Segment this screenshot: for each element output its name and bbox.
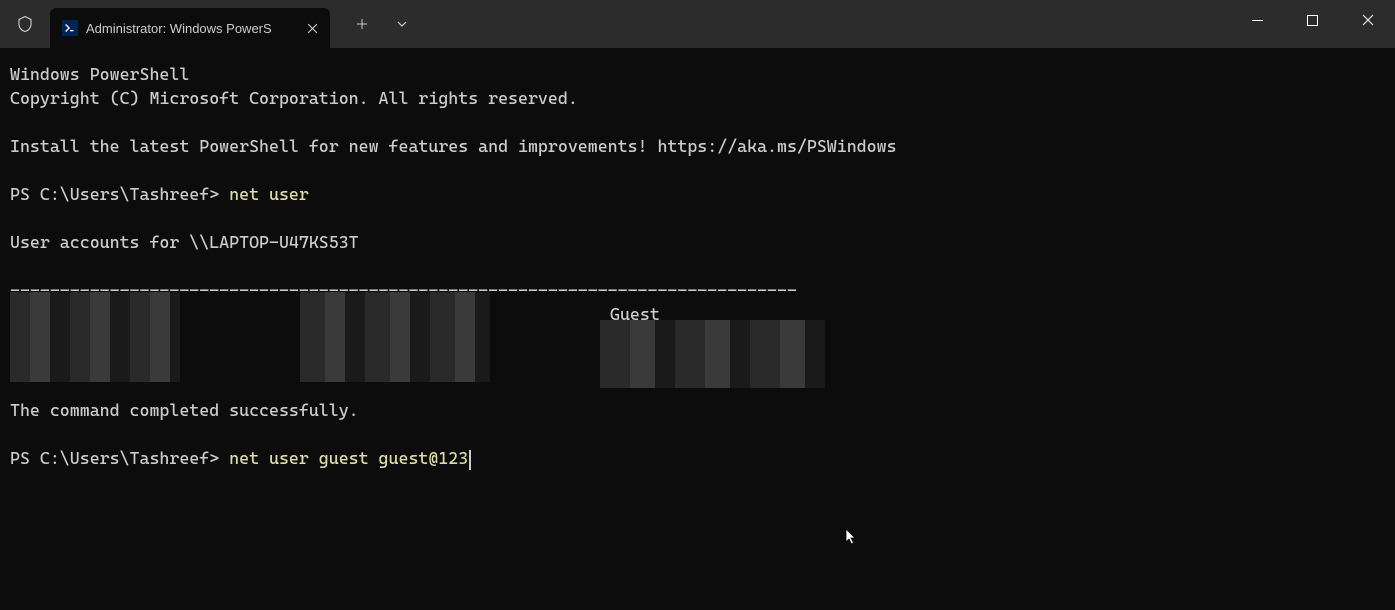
close-tab-button[interactable] <box>302 18 322 38</box>
prompt-line: PS C:\Users\Tashreef> net user <box>10 182 1385 206</box>
shield-icon <box>0 0 50 48</box>
output-line: Copyright (C) Microsoft Corporation. All… <box>10 86 1385 110</box>
tab-powershell[interactable]: Administrator: Windows PowerS <box>50 8 330 48</box>
new-tab-button[interactable] <box>342 4 382 44</box>
text-cursor <box>469 450 471 470</box>
output-line: The command completed successfully. <box>10 398 1385 422</box>
mouse-pointer-icon <box>845 528 859 550</box>
output-line <box>10 158 1385 182</box>
tab-title: Administrator: Windows PowerS <box>86 21 294 36</box>
output-line: User accounts for \\LAPTOP-U47KS53T <box>10 230 1385 254</box>
prompt-line: PS C:\Users\Tashreef> net user guest gue… <box>10 446 1385 470</box>
maximize-button[interactable] <box>1285 0 1340 40</box>
output-line <box>10 422 1385 446</box>
redacted-block <box>300 292 490 382</box>
output-line: ----------------------------------------… <box>10 278 1385 302</box>
output-line: Install the latest PowerShell for new fe… <box>10 134 1385 158</box>
minimize-button[interactable] <box>1230 0 1285 40</box>
tab-dropdown-button[interactable] <box>382 4 422 44</box>
output-line <box>10 206 1385 230</box>
output-line <box>10 110 1385 134</box>
terminal-output[interactable]: Windows PowerShell Copyright (C) Microso… <box>0 48 1395 484</box>
title-bar: Administrator: Windows PowerS <box>0 0 1395 48</box>
output-line: Windows PowerShell <box>10 62 1385 86</box>
redacted-block <box>600 320 825 388</box>
redacted-block <box>10 292 180 382</box>
window-controls <box>1230 0 1395 40</box>
powershell-icon <box>62 20 78 36</box>
output-line <box>10 254 1385 278</box>
close-window-button[interactable] <box>1340 0 1395 40</box>
